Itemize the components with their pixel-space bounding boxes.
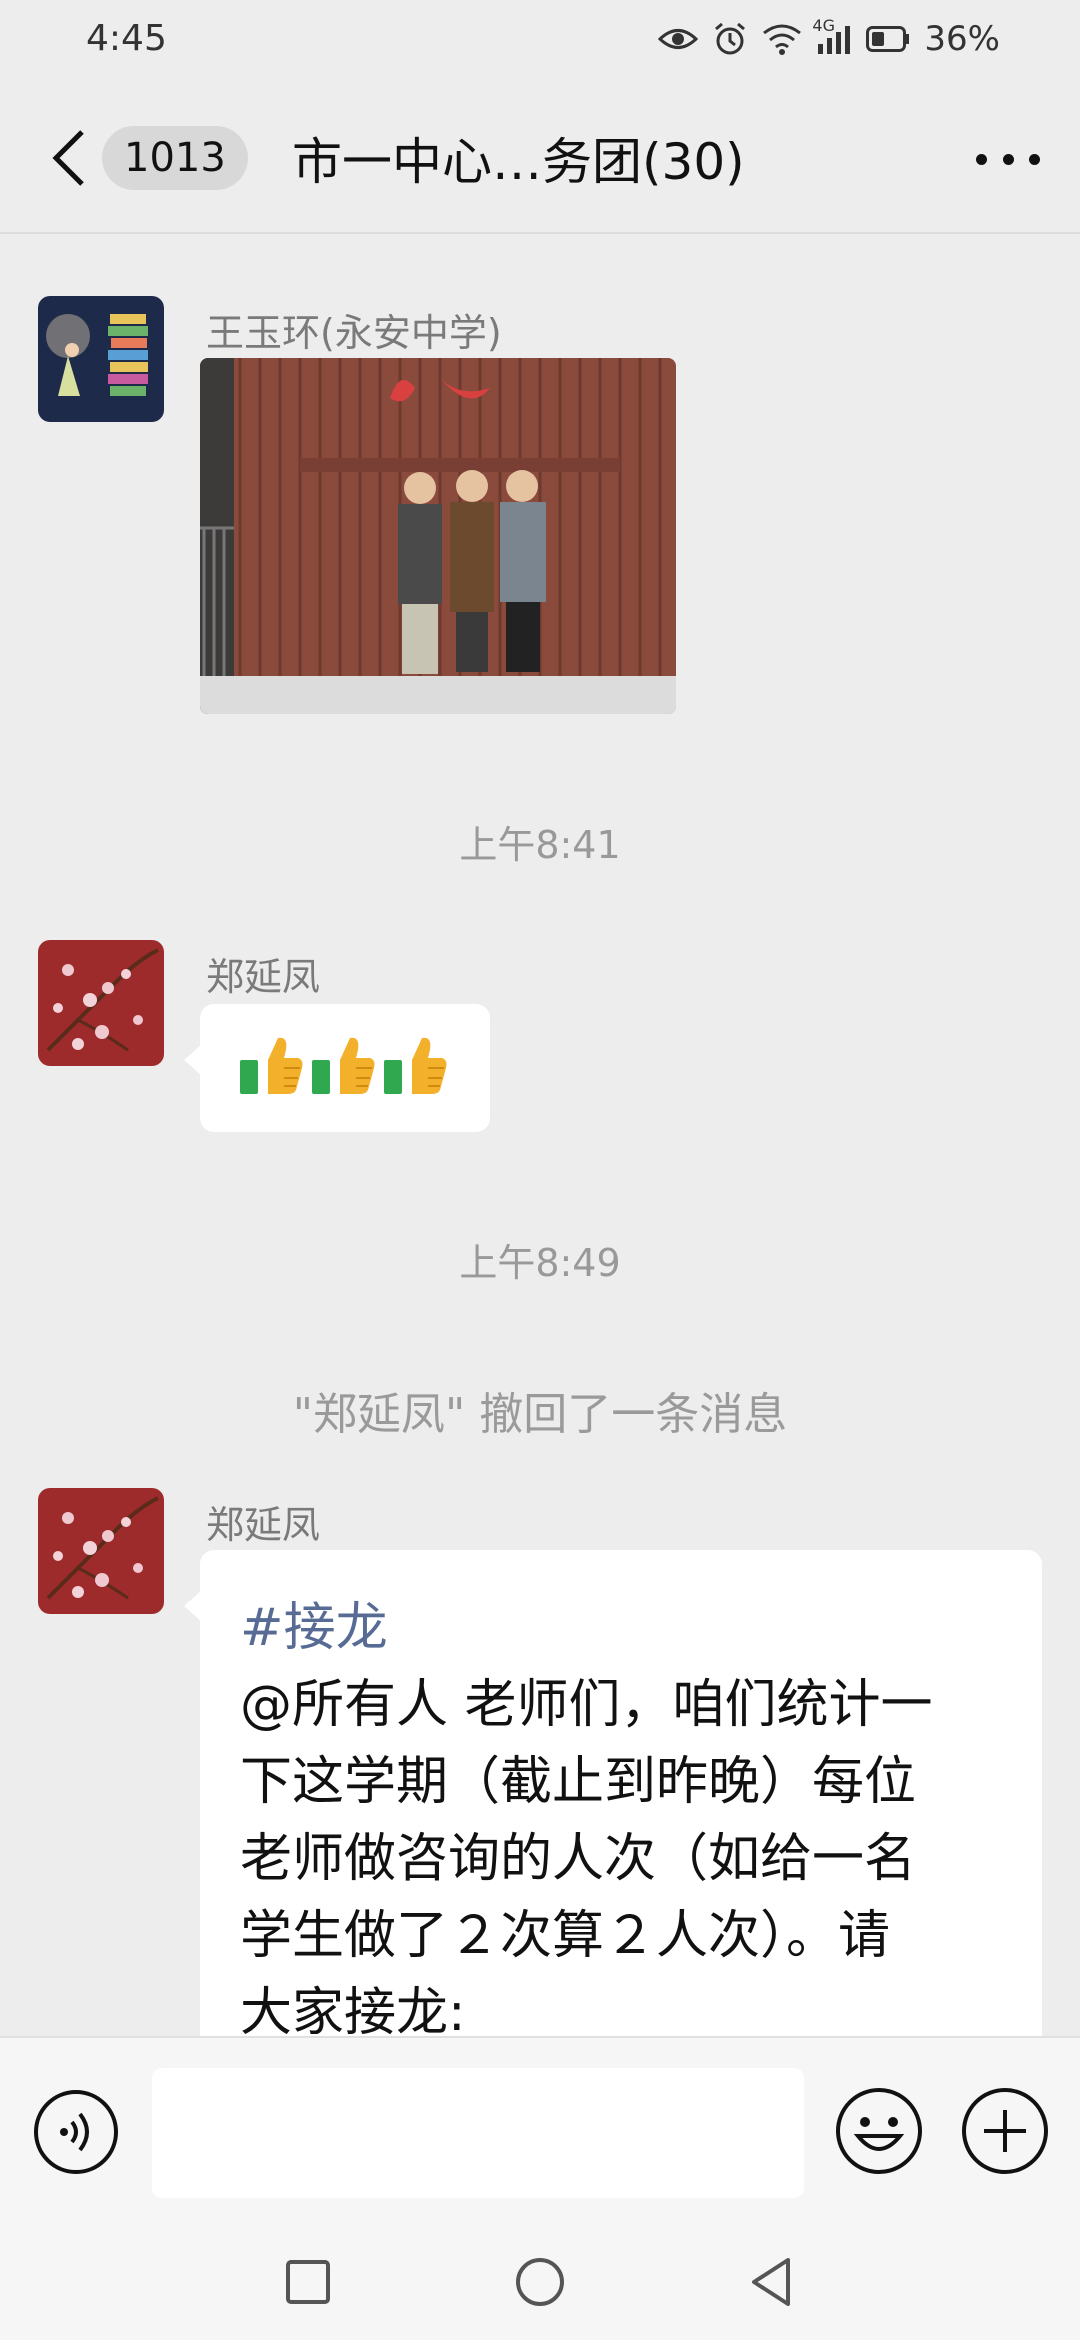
message-line: 学生做了２次算２人次）。请 <box>240 1906 891 1966</box>
chat-header: 1013 市一中心…务团(30) <box>0 80 1080 234</box>
message-timestamp: 上午8:49 <box>459 1241 621 1285</box>
alarm-icon <box>712 21 748 57</box>
sender-name: 郑延凤 <box>206 955 321 999</box>
status-time: 4:45 <box>86 18 167 59</box>
sender-name: 郑延凤 <box>206 1503 321 1547</box>
avatar[interactable] <box>38 296 164 422</box>
message-line: 老师做咨询的人次（如给一名 <box>240 1829 917 1889</box>
chat-title: 市一中心…务团(30) <box>292 133 745 191</box>
message-line: @所有人 老师们，咱们统计一 <box>240 1675 933 1735</box>
network-type: 4G <box>812 16 835 35</box>
avatar[interactable] <box>38 1488 164 1614</box>
hashtag-link[interactable]: #接龙 <box>240 1590 1020 1667</box>
eye-icon <box>658 24 699 54</box>
signal-icon: 4G <box>812 16 852 54</box>
thumbs-up-icon <box>382 1034 448 1100</box>
recall-notice: "郑延凤" 撤回了一条消息 <box>292 1389 788 1440</box>
emoji-row <box>238 1034 448 1100</box>
battery-percent: 36% <box>924 19 1000 59</box>
input-bar <box>0 2036 1080 2226</box>
message-timestamp: 上午8:41 <box>459 823 621 867</box>
unread-count-badge[interactable]: 1013 <box>102 126 248 190</box>
wifi-icon <box>762 23 802 55</box>
message-line: 下这学期（截止到昨晚）每位 <box>240 1752 917 1812</box>
back-icon[interactable] <box>742 2252 802 2312</box>
status-bar: 4:45 4G 36% <box>0 0 1080 80</box>
thumbs-up-icon <box>238 1034 304 1100</box>
message-text[interactable]: #接龙 @所有人 老师们，咱们统计一 下这学期（截止到昨晚）每位 老师做咨询的人… <box>240 1590 1020 2052</box>
sender-name: 王玉环(永安中学) <box>206 311 502 355</box>
battery-icon <box>866 26 910 52</box>
chevron-left-icon[interactable] <box>46 128 90 188</box>
status-icons: 4G 36% <box>658 14 1000 64</box>
avatar[interactable] <box>38 940 164 1066</box>
voice-icon[interactable] <box>34 2090 118 2174</box>
message-input[interactable] <box>152 2068 804 2198</box>
more-icon[interactable] <box>976 144 1040 174</box>
system-nav-bar <box>0 2226 1080 2340</box>
home-icon[interactable] <box>510 2252 570 2312</box>
message-bubble[interactable] <box>184 1004 490 1132</box>
emoji-icon[interactable] <box>834 2086 924 2176</box>
photo-image[interactable] <box>200 358 676 714</box>
thumbs-up-icon <box>310 1034 376 1100</box>
recent-apps-icon[interactable] <box>278 2252 338 2312</box>
plus-icon[interactable] <box>962 2088 1048 2174</box>
